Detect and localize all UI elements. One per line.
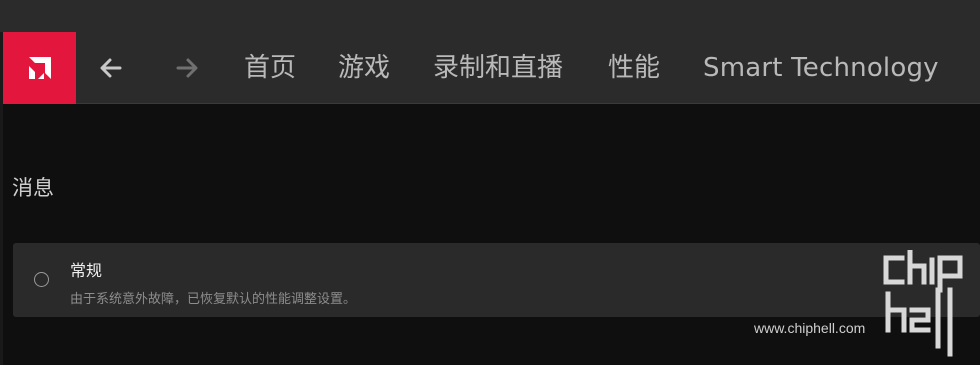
message-title: 常规: [70, 261, 103, 280]
arrow-left-icon: [100, 58, 122, 78]
tab-home[interactable]: 首页: [244, 32, 296, 104]
arrow-right-icon: [176, 58, 198, 78]
forward-button[interactable]: [171, 52, 203, 84]
chiphell-logo-icon: [883, 250, 963, 357]
section-title: 消息: [12, 176, 54, 200]
tab-games[interactable]: 游戏: [338, 32, 390, 104]
watermark-text: www.chiphell.com: [754, 320, 866, 336]
tab-smart-technology[interactable]: Smart Technology: [703, 32, 939, 104]
amd-logo-icon[interactable]: [3, 32, 76, 104]
radio-circle-icon[interactable]: [34, 272, 49, 287]
message-card[interactable]: 常规 由于系统意外故障，已恢复默认的性能调整设置。: [13, 243, 980, 317]
tab-record-stream[interactable]: 录制和直播: [433, 32, 563, 104]
top-navbar: 首页 游戏 录制和直播 性能 Smart Technology: [3, 32, 980, 104]
window-titlebar: [0, 0, 980, 32]
tab-performance[interactable]: 性能: [608, 32, 660, 104]
back-button[interactable]: [95, 52, 127, 84]
message-description: 由于系统意外故障，已恢复默认的性能调整设置。: [70, 292, 357, 307]
